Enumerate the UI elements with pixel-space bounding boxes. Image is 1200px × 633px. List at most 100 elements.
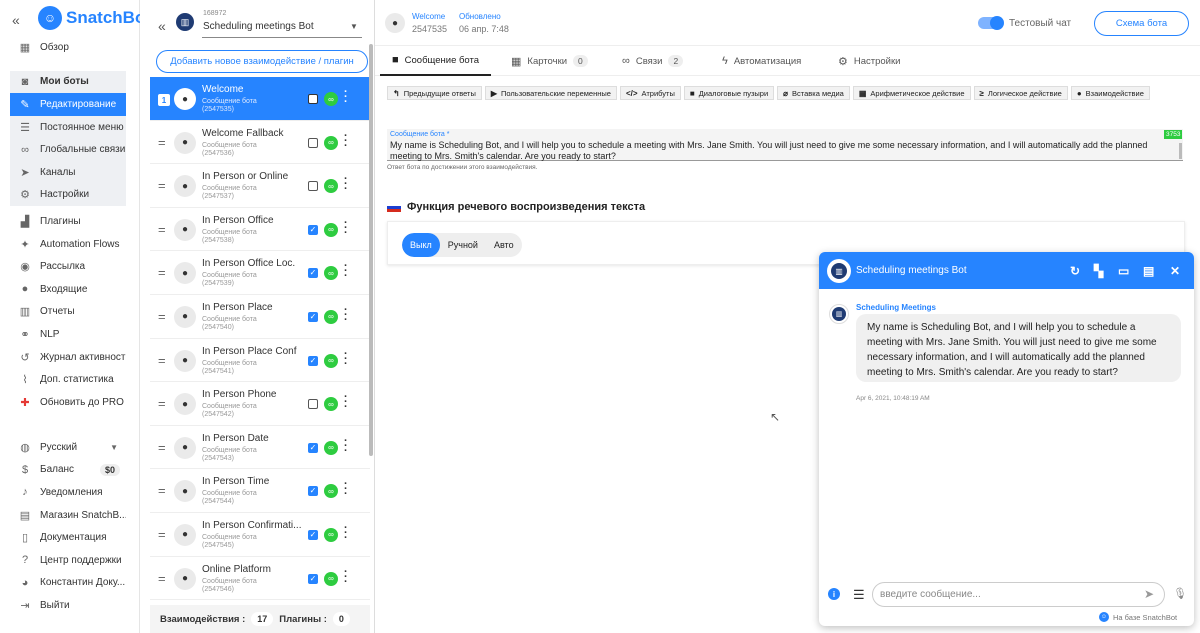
- widgets-icon[interactable]: ▚: [1094, 264, 1103, 278]
- link-icon[interactable]: ∞: [324, 135, 338, 150]
- arithmetic-action-button[interactable]: ▦ Арифметическое действие: [852, 86, 971, 100]
- user-variables-button[interactable]: ▶ Пользовательские переменные: [484, 86, 617, 100]
- interaction-row[interactable]: = ● In Person Place Conf Сообщение бота (254…: [150, 338, 370, 383]
- bot-schema-button[interactable]: Схема бота: [1094, 11, 1189, 36]
- interaction-checkbox[interactable]: ✓: [308, 268, 318, 279]
- sidebar-item-notifications[interactable]: ♪ Уведомления: [10, 481, 126, 504]
- tts-option-off[interactable]: Выкл: [402, 233, 440, 257]
- brand-logo[interactable]: ☺ SnatchBot: [38, 6, 151, 30]
- interaction-row[interactable]: = ● In Person Office Loc. Сообщение бота (25…: [150, 251, 370, 295]
- layout-icon[interactable]: ▤: [1143, 264, 1154, 278]
- interaction-checkbox[interactable]: ✓: [308, 573, 318, 584]
- sidebar-item-docs[interactable]: ▯ Документация: [10, 526, 126, 549]
- drag-handle-icon[interactable]: =: [158, 527, 166, 542]
- drag-handle-icon[interactable]: =: [158, 571, 166, 586]
- sidebar-item-support[interactable]: ? Центр поддержки: [10, 549, 126, 572]
- tab-automation[interactable]: ϟ Автоматизация: [722, 46, 801, 76]
- link-icon[interactable]: ∞: [324, 92, 338, 106]
- info-icon[interactable]: i: [828, 588, 840, 600]
- more-options-icon[interactable]: · · ·: [344, 217, 348, 238]
- logic-action-button[interactable]: ≥ Логическое действие: [973, 86, 1068, 100]
- previous-answers-button[interactable]: ↰ Предыдущие ответы: [387, 86, 482, 100]
- refresh-icon[interactable]: ↻: [1070, 264, 1080, 278]
- message-scrollbar[interactable]: [1179, 143, 1182, 159]
- sidebar-item-overview[interactable]: ▦ Обзор: [10, 36, 126, 59]
- link-icon[interactable]: ∞: [324, 571, 338, 586]
- link-icon[interactable]: ∞: [324, 397, 338, 412]
- sidebar-item-store[interactable]: ▤ Магазин SnatchB...: [10, 504, 126, 527]
- drag-handle-icon[interactable]: =: [158, 353, 166, 368]
- link-icon[interactable]: ∞: [324, 484, 338, 499]
- insert-media-button[interactable]: ⌀ Вставка медиа: [777, 86, 850, 100]
- interaction-row[interactable]: = ● In Person Date Сообщение бота (2547543) ✓…: [150, 425, 370, 470]
- interaction-checkbox[interactable]: ✓: [308, 355, 318, 366]
- sidebar-item-reports[interactable]: ▥ Отчеты: [10, 301, 126, 324]
- tts-option-auto[interactable]: Авто: [486, 233, 522, 257]
- more-options-icon[interactable]: · · ·: [344, 130, 348, 151]
- more-options-icon[interactable]: · · ·: [344, 435, 348, 456]
- drag-handle-icon[interactable]: =: [158, 396, 166, 411]
- interaction-checkbox[interactable]: [308, 137, 318, 148]
- chevron-down-icon[interactable]: ▼: [350, 22, 358, 31]
- more-options-icon[interactable]: · · ·: [344, 392, 348, 413]
- collapse-list-button[interactable]: «: [158, 18, 166, 34]
- tab-links[interactable]: ∞ Связи 2: [622, 46, 684, 76]
- more-options-icon[interactable]: · · ·: [344, 261, 348, 282]
- sidebar-item-extra-stats[interactable]: ⌇ Доп. статистика: [10, 368, 126, 391]
- more-options-icon[interactable]: · · ·: [344, 304, 348, 325]
- link-icon[interactable]: ∞: [324, 440, 338, 455]
- dialog-bubbles-button[interactable]: ■ Диалоговые пузыри: [683, 86, 775, 100]
- sidebar-item-nlp[interactable]: ⚭ NLP: [10, 323, 126, 346]
- keyboard-icon[interactable]: ▭: [1118, 264, 1129, 278]
- link-icon[interactable]: ∞: [324, 222, 338, 237]
- bot-message-field[interactable]: Сообщение бота * My name is Scheduling B…: [387, 129, 1183, 161]
- send-icon[interactable]: ➤: [1144, 587, 1154, 601]
- drag-handle-icon[interactable]: =: [158, 265, 166, 280]
- drag-handle-icon[interactable]: =: [158, 135, 166, 150]
- interaction-row[interactable]: = ● Online Platform Сообщение бота (2547546)…: [150, 556, 370, 601]
- bot-select[interactable]: Scheduling meetings Bot: [203, 21, 314, 32]
- more-options-icon[interactable]: · · ·: [344, 87, 348, 108]
- attributes-button[interactable]: </> Атрибуты: [619, 86, 681, 100]
- interaction-row[interactable]: = ● In Person or Online Сообщение бота (2547…: [150, 164, 370, 208]
- interaction-checkbox[interactable]: [308, 94, 318, 104]
- sidebar-item-global-links[interactable]: ∞ Глобальные связи: [10, 138, 126, 161]
- sidebar-item-inbox[interactable]: ● Входящие: [10, 278, 126, 301]
- tab-cards[interactable]: ▦ Карточки 0: [511, 46, 588, 76]
- more-options-icon[interactable]: · · ·: [344, 566, 348, 587]
- link-icon[interactable]: ∞: [324, 266, 338, 281]
- sidebar-item-editing[interactable]: ✎ Редактирование: [10, 93, 126, 116]
- link-icon[interactable]: ∞: [324, 527, 338, 542]
- interaction-checkbox[interactable]: [308, 181, 318, 192]
- link-icon[interactable]: ∞: [324, 353, 338, 368]
- interaction-checkbox[interactable]: ✓: [308, 442, 318, 453]
- sidebar-item-plugins[interactable]: ▟ Плагины: [10, 210, 126, 233]
- close-icon[interactable]: ✕: [1170, 264, 1180, 278]
- interaction-checkbox[interactable]: ✓: [308, 529, 318, 540]
- more-options-icon[interactable]: · · ·: [344, 174, 348, 195]
- menu-icon[interactable]: ☰: [853, 587, 865, 603]
- interaction-row[interactable]: = ● In Person Time Сообщение бота (2547544) ✓…: [150, 469, 370, 513]
- link-icon[interactable]: ∞: [324, 309, 338, 324]
- collapse-sidebar-button[interactable]: «: [12, 12, 20, 28]
- tab-bot-message[interactable]: ■ Сообщение бота: [380, 46, 492, 76]
- interaction-row[interactable]: = ● Welcome Fallback Сообщение бота (2547536…: [150, 120, 370, 165]
- drag-handle-icon[interactable]: =: [158, 483, 166, 498]
- sidebar-item-upgrade-pro[interactable]: ✚ Обновить до PRO: [10, 391, 126, 414]
- sidebar-item-balance[interactable]: $ Баланс $0: [10, 459, 126, 482]
- more-options-icon[interactable]: · · ·: [344, 522, 348, 543]
- interaction-checkbox[interactable]: ✓: [308, 486, 318, 497]
- sidebar-item-profile[interactable]: ◕ Константин Доку...: [10, 572, 126, 595]
- powered-by[interactable]: ☺ На базе SnatchBot: [1099, 612, 1177, 622]
- more-options-icon[interactable]: · · ·: [344, 479, 348, 500]
- interaction-row[interactable]: = ● In Person Place Сообщение бота (2547540)…: [150, 294, 370, 339]
- tts-option-manual[interactable]: Ручной: [440, 233, 486, 257]
- sidebar-item-persistent-menu[interactable]: ☰ Постоянное меню: [10, 116, 126, 139]
- sidebar-item-logout[interactable]: ⇥ Выйти: [10, 594, 126, 617]
- sidebar-item-broadcast[interactable]: ◉ Рассылка: [10, 255, 126, 278]
- microphone-icon[interactable]: 🎙: [1173, 587, 1187, 600]
- drag-handle-icon[interactable]: =: [158, 178, 166, 193]
- sidebar-item-channels[interactable]: ➤ Каналы: [10, 161, 126, 184]
- more-options-icon[interactable]: · · ·: [344, 348, 348, 369]
- link-icon[interactable]: ∞: [324, 179, 338, 194]
